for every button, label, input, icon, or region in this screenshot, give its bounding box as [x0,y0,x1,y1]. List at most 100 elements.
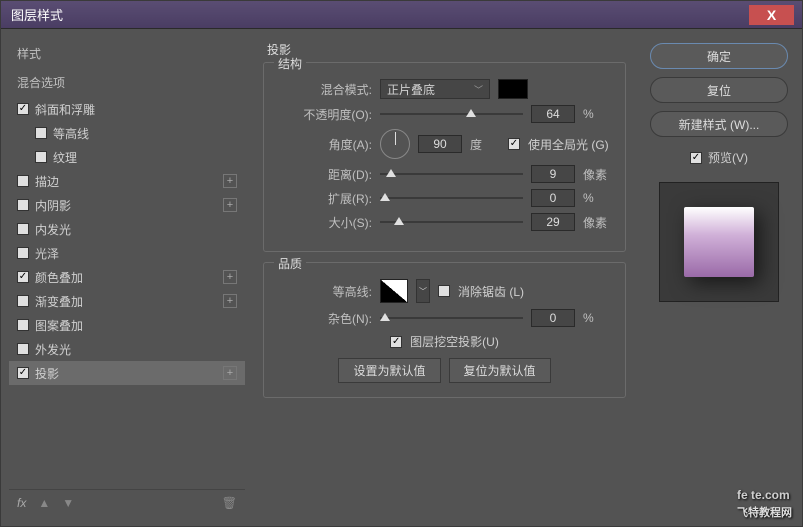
add-effect-icon[interactable]: + [223,366,237,380]
preview-swatch [684,207,754,277]
style-item-4[interactable]: 内阴影 + [9,193,245,217]
style-checkbox[interactable] [17,223,29,235]
styles-list-panel: 样式 混合选项 斜面和浮雕等高线纹理描边 + 内阴影 + 内发光光泽颜色叠加 + 渐变叠加 +… [9,39,245,516]
opacity-input[interactable] [531,105,575,123]
size-slider[interactable] [380,215,523,229]
contour-picker[interactable] [380,279,408,303]
arrow-up-icon[interactable]: ▲ [38,496,50,510]
style-label: 描边 [35,173,59,190]
add-effect-icon[interactable]: + [223,294,237,308]
style-checkbox[interactable] [17,175,29,187]
chevron-down-icon: ﹀ [474,83,483,96]
style-label: 渐变叠加 [35,293,83,310]
style-label: 图案叠加 [35,317,83,334]
structure-group: 结构 混合模式: 正片叠底 ﹀ 不透明度(O): % 角度(A): [263,62,626,252]
add-effect-icon[interactable]: + [223,174,237,188]
add-effect-icon[interactable]: + [223,198,237,212]
antialias-label: 消除锯齿 (L) [458,283,524,300]
styles-footer: fx ▲ ▼ 🗑 [9,489,245,516]
angle-label: 角度(A): [276,136,372,153]
style-checkbox[interactable] [17,271,29,283]
blend-mode-select[interactable]: 正片叠底 ﹀ [380,79,490,99]
spread-slider[interactable] [380,191,523,205]
options-panel: 投影 结构 混合模式: 正片叠底 ﹀ 不透明度(O): % [245,39,644,516]
add-effect-icon[interactable]: + [223,270,237,284]
cancel-button[interactable]: 复位 [650,77,788,103]
style-label: 内发光 [35,221,71,238]
style-checkbox[interactable] [17,319,29,331]
style-label: 颜色叠加 [35,269,83,286]
spread-unit: % [583,191,613,205]
distance-slider[interactable] [380,167,523,181]
size-input[interactable] [531,213,575,231]
size-label: 大小(S): [276,214,372,231]
angle-input[interactable] [418,135,462,153]
quality-legend: 品质 [274,255,306,272]
blend-options-header[interactable]: 混合选项 [9,68,245,97]
style-checkbox[interactable] [17,103,29,115]
distance-label: 距离(D): [276,166,372,183]
titlebar: 图层样式 X [1,1,802,29]
contour-label: 等高线: [276,283,372,300]
style-item-8[interactable]: 渐变叠加 + [9,289,245,313]
dialog-content: 样式 混合选项 斜面和浮雕等高线纹理描边 + 内阴影 + 内发光光泽颜色叠加 + 渐变叠加 +… [1,29,802,526]
style-item-2[interactable]: 纹理 [9,145,245,169]
opacity-label: 不透明度(O): [276,106,372,123]
arrow-down-icon[interactable]: ▼ [62,496,74,510]
set-default-button[interactable]: 设置为默认值 [338,358,440,383]
antialias-checkbox[interactable] [438,285,450,297]
style-item-5[interactable]: 内发光 [9,217,245,241]
style-label: 等高线 [53,125,89,142]
style-label: 斜面和浮雕 [35,101,95,118]
noise-slider[interactable] [380,311,523,325]
distance-unit: 像素 [583,166,613,183]
close-button[interactable]: X [749,5,794,25]
style-item-10[interactable]: 外发光 [9,337,245,361]
global-light-checkbox[interactable] [508,138,520,150]
new-style-button[interactable]: 新建样式 (W)... [650,111,788,137]
style-item-7[interactable]: 颜色叠加 + [9,265,245,289]
spread-input[interactable] [531,189,575,207]
angle-unit: 度 [470,136,500,153]
style-item-1[interactable]: 等高线 [9,121,245,145]
ok-button[interactable]: 确定 [650,43,788,69]
noise-input[interactable] [531,309,575,327]
style-checkbox[interactable] [35,151,47,163]
preview-label: 预览(V) [708,149,748,166]
style-item-0[interactable]: 斜面和浮雕 [9,97,245,121]
style-item-3[interactable]: 描边 + [9,169,245,193]
style-label: 光泽 [35,245,59,262]
style-item-11[interactable]: 投影 + [9,361,245,385]
knockout-checkbox[interactable] [390,336,402,348]
effect-title: 投影 [263,41,626,58]
preview-thumbnail [659,182,779,302]
spread-label: 扩展(R): [276,190,372,207]
knockout-label: 图层挖空投影(U) [410,333,499,350]
angle-dial[interactable] [380,129,410,159]
preview-checkbox[interactable] [690,152,702,164]
style-checkbox[interactable] [17,199,29,211]
style-label: 纹理 [53,149,77,166]
style-item-9[interactable]: 图案叠加 [9,313,245,337]
opacity-slider[interactable] [380,107,523,121]
style-label: 外发光 [35,341,71,358]
style-label: 投影 [35,365,59,382]
style-checkbox[interactable] [35,127,47,139]
style-checkbox[interactable] [17,295,29,307]
trash-icon[interactable]: 🗑 [222,496,237,510]
reset-default-button[interactable]: 复位为默认值 [449,358,551,383]
style-checkbox[interactable] [17,247,29,259]
structure-legend: 结构 [274,55,306,72]
style-label: 内阴影 [35,197,71,214]
style-checkbox[interactable] [17,367,29,379]
shadow-color-swatch[interactable] [498,79,528,99]
distance-input[interactable] [531,165,575,183]
style-item-6[interactable]: 光泽 [9,241,245,265]
quality-group: 品质 等高线: ﹀ 消除锯齿 (L) 杂色(N): % 图层挖空投影(U) [263,262,626,398]
style-checkbox[interactable] [17,343,29,355]
contour-dropdown[interactable]: ﹀ [416,279,430,303]
styles-header[interactable]: 样式 [9,39,245,68]
window-title: 图层样式 [11,5,63,24]
fx-menu[interactable]: fx [17,496,26,510]
action-panel: 确定 复位 新建样式 (W)... 预览(V) [644,39,794,516]
